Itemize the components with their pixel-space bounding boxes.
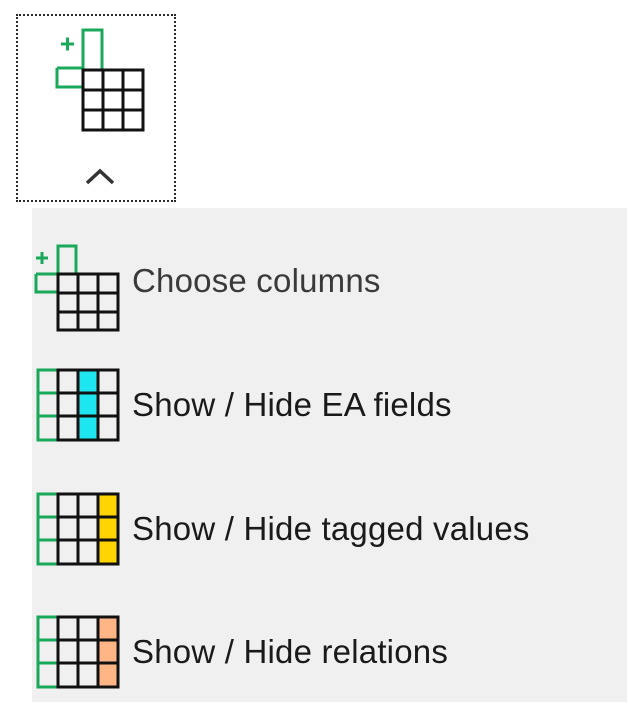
menu-left-gutter [10,208,32,702]
choose-columns-icon [34,244,120,332]
column-options-ui: Choose columns Show / Hide EA fields Sho… [0,0,629,705]
choose-columns-icon [55,28,145,132]
menu-item-choose-columns[interactable]: Choose columns [32,226,617,336]
chevron-up-icon[interactable] [84,166,116,186]
menu-item-label: Choose columns [132,262,381,299]
menu-item-show-hide-relations[interactable]: Show / Hide relations [32,597,617,705]
columns-dropdown-menu: Choose columns Show / Hide EA fields Sho… [10,208,627,702]
table-orange-column-icon [36,615,120,689]
table-yellow-column-icon [36,492,120,566]
menu-item-label: Show / Hide relations [132,633,449,670]
table-cyan-column-icon [36,368,120,442]
choose-columns-toolbar-button[interactable] [16,14,176,202]
menu-item-show-hide-ea-fields[interactable]: Show / Hide EA fields [32,350,617,460]
menu-item-show-hide-tagged-values[interactable]: Show / Hide tagged values [32,474,617,584]
menu-item-label: Show / Hide tagged values [132,510,530,547]
menu-item-label: Show / Hide EA fields [132,386,452,423]
